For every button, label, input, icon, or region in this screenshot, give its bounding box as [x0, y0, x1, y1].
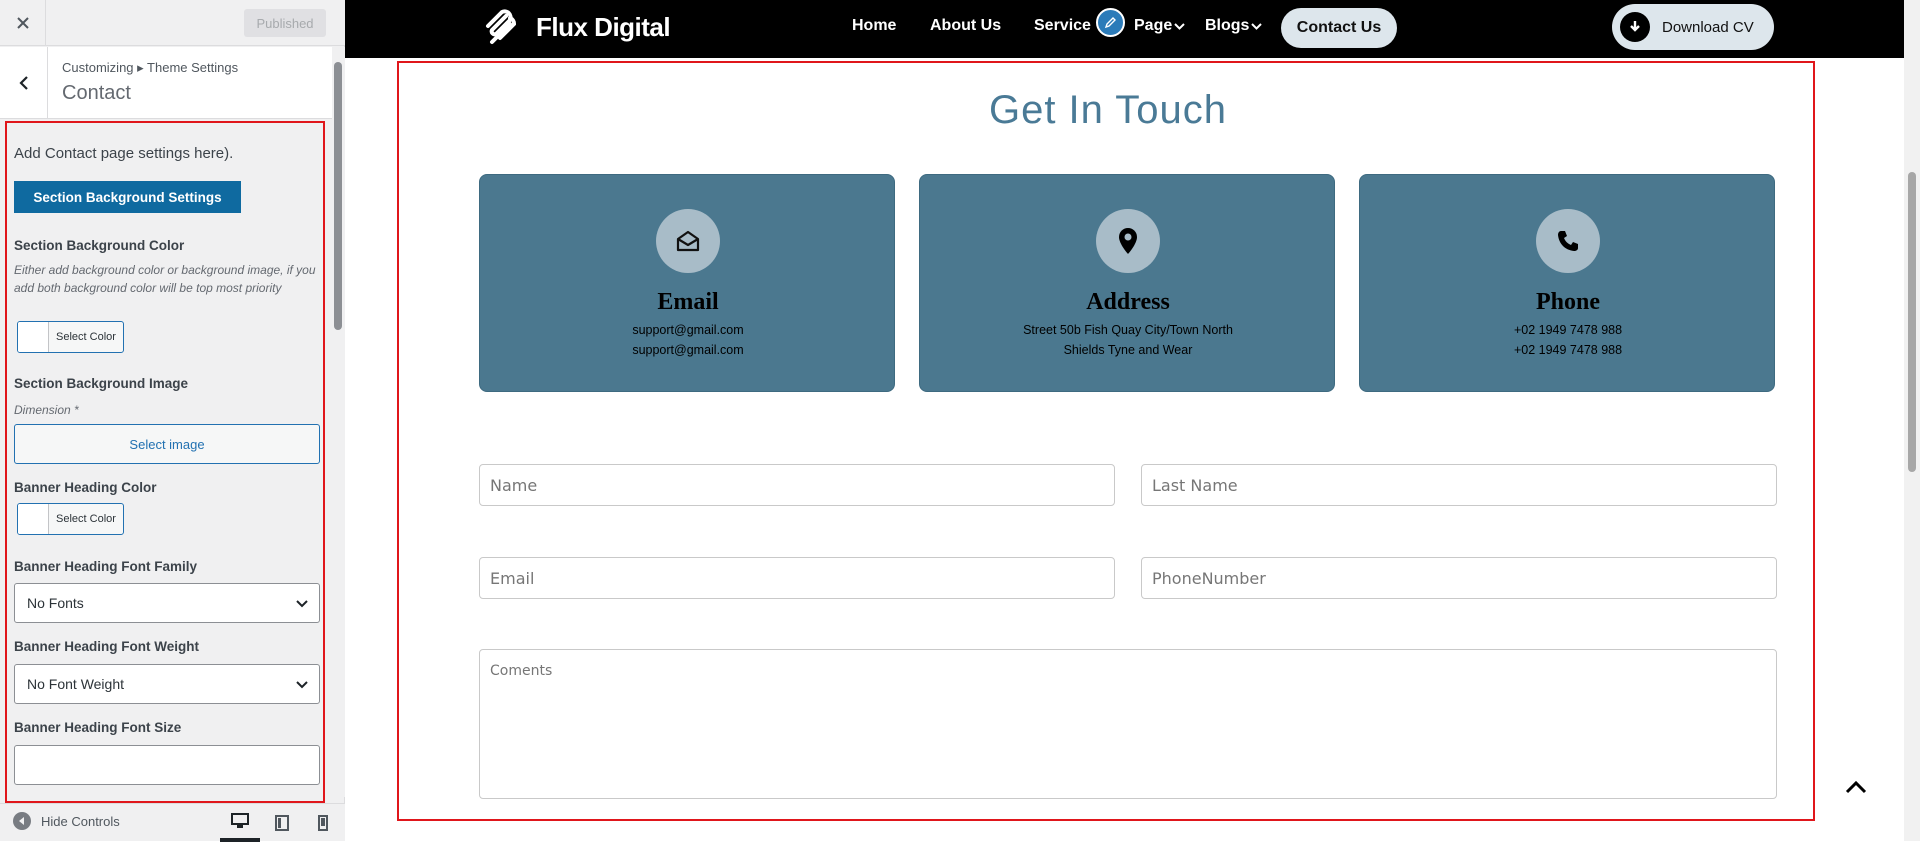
logo-text: Flux Digital — [536, 11, 671, 42]
color-swatch — [18, 504, 49, 534]
breadcrumb: Customizing ▸ Theme Settings — [62, 60, 239, 75]
chevron-down-icon — [1251, 23, 1263, 30]
sidebar-footer: Hide Controls — [0, 803, 345, 842]
chevron-down-icon — [296, 681, 308, 689]
section-heading: Get In Touch — [988, 88, 1228, 132]
nav-page-label: Page — [1134, 17, 1173, 34]
download-cv-button[interactable]: Download CV — [1612, 4, 1774, 50]
download-icon — [1620, 12, 1650, 42]
heading-color-label: Banner Heading Color — [14, 480, 157, 495]
sidebar-scrollbar-thumb[interactable] — [334, 62, 342, 330]
font-family-select[interactable]: No Fonts — [14, 583, 320, 623]
section-header: Customizing ▸ Theme Settings Contact — [0, 47, 332, 119]
flux-logo-icon — [486, 9, 516, 44]
font-family-value: No Fonts — [27, 595, 84, 611]
nav-about-us[interactable]: About Us — [930, 17, 1001, 35]
close-icon — [16, 17, 29, 29]
nav-blogs[interactable]: Blogs — [1205, 17, 1263, 35]
preview-scrollbar-thumb[interactable] — [1908, 172, 1916, 472]
close-button[interactable] — [0, 0, 46, 46]
phone-icon — [1536, 209, 1600, 273]
edit-shortcut-button[interactable] — [1096, 8, 1125, 37]
back-button[interactable] — [0, 47, 48, 119]
envelope-open-icon — [656, 209, 720, 273]
card-line: +02 1949 7478 988 — [1513, 323, 1623, 337]
email-field[interactable]: Email — [479, 557, 1115, 599]
card-line: support@gmail.com — [632, 343, 744, 357]
nav-service[interactable]: Service — [1034, 17, 1091, 35]
card-title: Address — [1086, 289, 1170, 315]
back-to-top-button[interactable] — [1841, 772, 1871, 802]
select-image-button[interactable]: Select image — [14, 424, 320, 464]
nav-page[interactable]: Page — [1134, 17, 1185, 35]
font-weight-value: No Font Weight — [27, 676, 125, 692]
chevron-up-icon — [1845, 780, 1867, 794]
bg-color-label: Section Background Color — [14, 238, 185, 253]
tablet-icon — [275, 815, 289, 831]
nav-blogs-label: Blogs — [1205, 17, 1250, 34]
bg-color-picker-button[interactable]: Select Color — [17, 321, 124, 353]
section-title: Contact — [62, 82, 131, 104]
card-title: Phone — [1535, 289, 1600, 315]
chevron-down-icon — [1174, 23, 1185, 30]
font-family-label: Banner Heading Font Family — [14, 559, 198, 574]
card-line: Street 50b Fish Quay City/Town North — [1023, 323, 1233, 337]
hide-controls-label: Hide Controls — [41, 813, 120, 829]
font-size-input[interactable] — [14, 745, 320, 785]
name-field[interactable]: Name — [479, 464, 1115, 506]
dimension-label: Dimension * — [14, 403, 79, 417]
card-title: Email — [657, 289, 719, 315]
phone-number-field[interactable]: PhoneNumber — [1141, 557, 1777, 599]
preview-desktop-button[interactable] — [220, 804, 260, 842]
site-logo[interactable]: Flux Digital — [478, 2, 671, 52]
contact-card-phone: Phone +02 1949 7478 988 +02 1949 7478 98… — [1359, 174, 1775, 392]
section-background-settings-button[interactable]: Section Background Settings — [14, 181, 241, 213]
mobile-icon — [318, 815, 328, 831]
bg-color-description: Either add background color or backgroun… — [14, 263, 316, 295]
settings-panel: Add Contact page settings here). Section… — [5, 121, 325, 803]
comments-textarea[interactable]: Coments — [479, 649, 1777, 799]
map-pin-icon — [1096, 209, 1160, 273]
contact-us-button[interactable]: Contact Us — [1281, 8, 1397, 48]
card-line: Shields Tyne and Wear — [1063, 343, 1193, 357]
nav-home[interactable]: Home — [852, 17, 896, 35]
preview-mobile-button[interactable] — [303, 804, 343, 842]
select-color-label: Select Color — [56, 331, 116, 343]
collapse-icon — [13, 812, 31, 830]
font-weight-select[interactable]: No Font Weight — [14, 664, 320, 704]
card-line: support@gmail.com — [632, 323, 744, 337]
published-button[interactable]: Published — [244, 9, 326, 37]
desktop-icon — [231, 813, 249, 828]
site-preview: Flux Digital Home About Us Service Page … — [345, 0, 1920, 841]
font-weight-label: Banner Heading Font Weight — [14, 639, 199, 654]
chevron-down-icon — [296, 600, 308, 608]
chevron-left-icon — [18, 76, 28, 90]
last-name-field[interactable]: Last Name — [1141, 464, 1777, 506]
pencil-icon — [1104, 17, 1116, 29]
hide-controls-button[interactable]: Hide Controls — [13, 812, 120, 830]
sidebar-header: Published — [0, 0, 345, 46]
bg-image-label: Section Background Image — [14, 376, 189, 391]
preview-tablet-button[interactable] — [262, 804, 302, 842]
select-color-label: Select Color — [56, 513, 116, 525]
contact-card-address: Address Street 50b Fish Quay City/Town N… — [919, 174, 1335, 392]
color-swatch — [18, 322, 49, 352]
font-size-label: Banner Heading Font Size — [14, 720, 182, 735]
contact-section: Get In Touch Email support@gmail.com sup… — [397, 61, 1815, 821]
heading-color-picker-button[interactable]: Select Color — [17, 503, 124, 535]
download-cv-label: Download CV — [1662, 18, 1754, 36]
panel-intro: Add Contact page settings here). — [14, 145, 234, 162]
contact-card-email: Email support@gmail.com support@gmail.co… — [479, 174, 895, 392]
card-line: +02 1949 7478 988 — [1513, 343, 1623, 357]
customizer-sidebar: Published Customizing ▸ Theme Settings C… — [0, 0, 345, 842]
site-navbar: Flux Digital Home About Us Service Page … — [345, 0, 1904, 58]
